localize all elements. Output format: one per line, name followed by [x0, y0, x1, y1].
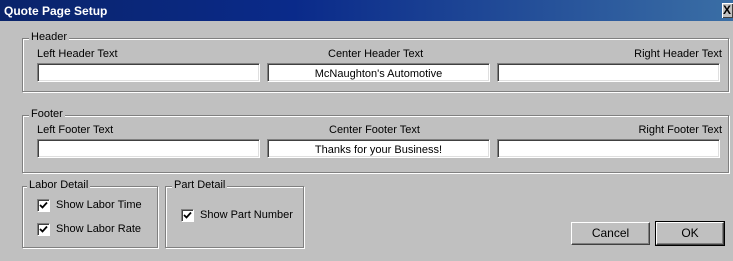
left-header-label: Left Header Text — [37, 48, 118, 60]
right-header-field-box — [497, 63, 720, 82]
close-button[interactable]: X — [722, 3, 733, 18]
labor-detail-group: Labor Detail Show Labor Time Show Labor … — [22, 179, 158, 248]
close-icon: X — [723, 3, 732, 17]
window-title: Quote Page Setup — [4, 4, 108, 18]
show-labor-time-checkbox[interactable] — [37, 199, 50, 212]
checkmark-icon — [183, 211, 192, 219]
right-footer-label: Right Footer Text — [638, 124, 722, 136]
center-footer-field-box — [267, 139, 490, 158]
ok-button[interactable]: OK — [655, 221, 725, 246]
header-group: Header Left Header Text Center Header Te… — [22, 31, 729, 92]
labor-detail-legend: Labor Detail — [27, 179, 91, 191]
cancel-button[interactable]: Cancel — [571, 222, 650, 245]
part-detail-group: Part Detail Show Part Number — [165, 179, 304, 248]
footer-group: Footer Left Footer Text Center Footer Te… — [22, 108, 729, 173]
center-footer-input[interactable] — [268, 140, 489, 157]
header-legend: Header — [29, 31, 70, 43]
show-labor-time-label[interactable]: Show Labor Time — [56, 199, 142, 211]
show-part-number-label[interactable]: Show Part Number — [200, 209, 293, 221]
center-header-input[interactable] — [268, 64, 489, 81]
right-footer-field-box — [497, 139, 720, 158]
part-detail-legend: Part Detail — [172, 179, 228, 191]
checkmark-icon — [39, 225, 48, 233]
center-header-label: Center Header Text — [328, 48, 424, 60]
show-part-number-checkbox[interactable] — [181, 209, 194, 222]
left-footer-label: Left Footer Text — [37, 124, 114, 136]
left-header-input[interactable] — [38, 64, 259, 81]
checkmark-icon — [39, 201, 48, 209]
right-header-label: Right Header Text — [634, 48, 722, 60]
left-header-field-box — [37, 63, 260, 82]
center-footer-label: Center Footer Text — [329, 124, 420, 136]
right-footer-input[interactable] — [498, 140, 719, 157]
left-footer-field-box — [37, 139, 260, 158]
show-labor-rate-label[interactable]: Show Labor Rate — [56, 223, 141, 235]
right-header-input[interactable] — [498, 64, 719, 81]
footer-legend: Footer — [29, 108, 65, 120]
left-footer-input[interactable] — [38, 140, 259, 157]
show-labor-rate-checkbox[interactable] — [37, 223, 50, 236]
center-header-field-box — [267, 63, 490, 82]
title-bar: Quote Page Setup X — [0, 0, 733, 21]
